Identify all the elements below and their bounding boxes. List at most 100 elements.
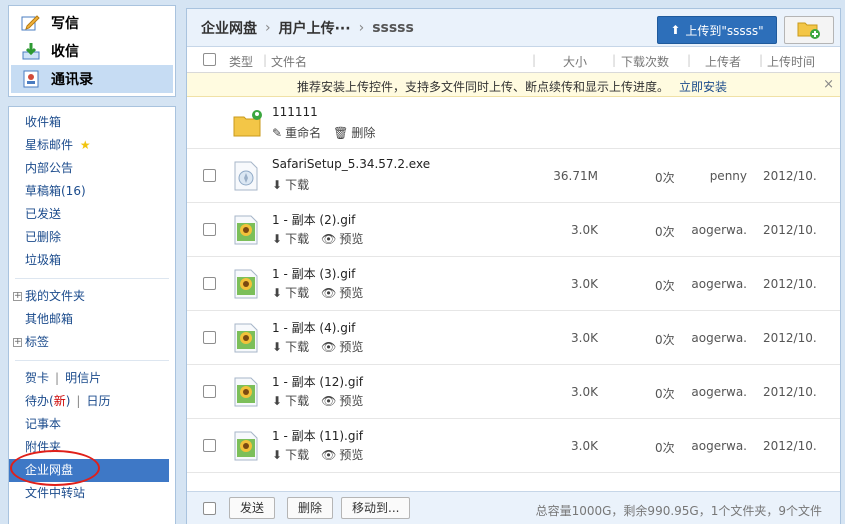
col-size[interactable]: 大小	[563, 53, 587, 70]
row-checkbox[interactable]	[203, 385, 216, 398]
upload-date: 2012/10.	[763, 169, 817, 183]
download-action[interactable]: ⬇ 下载	[272, 392, 309, 409]
enterprise-disk-link[interactable]: 企业网盘	[9, 459, 169, 482]
new-folder-button[interactable]	[784, 16, 834, 44]
pencil-icon	[21, 13, 41, 33]
calendar-link[interactable]: 日历	[86, 394, 110, 408]
folder-deleted[interactable]: 已删除	[9, 226, 175, 249]
folder-name[interactable]: 111111	[272, 105, 318, 119]
col-type[interactable]: 类型	[229, 53, 253, 70]
uploader: aogerwa.	[691, 331, 747, 345]
folder-shared-icon	[233, 109, 262, 139]
notice-text: 推荐安装上传控件，支持多文件同时上传、断点续传和显示上传进度。 立即安装	[297, 78, 727, 95]
receive-button[interactable]: 收信	[11, 37, 173, 65]
file-size: 3.0K	[571, 331, 598, 345]
folder-tags[interactable]: + 标签	[9, 331, 175, 354]
row-checkbox[interactable]	[203, 223, 216, 236]
todo-link[interactable]: 待办(新)	[25, 394, 70, 408]
file-name[interactable]: 1 - 副本 (12).gif	[272, 373, 363, 390]
select-all-checkbox[interactable]	[203, 53, 216, 66]
file-actions: ⬇ 下载 👁 预览	[272, 392, 363, 409]
file-row[interactable]: SafariSetup_5.34.57.2.exe ⬇ 下载 36.71M 0次 penn…	[187, 149, 840, 203]
delete-action[interactable]: 🗑 删除	[333, 124, 375, 141]
folder-inbox[interactable]: 收件箱	[9, 111, 175, 134]
send-button[interactable]: 发送	[229, 497, 276, 519]
download-action[interactable]: ⬇ 下载	[272, 446, 309, 463]
download-action[interactable]: ⬇ 下载	[272, 230, 309, 247]
folder-other-mailboxes[interactable]: 其他邮箱	[9, 308, 175, 331]
preview-label: 预览	[339, 286, 364, 300]
download-count: 0次	[655, 441, 675, 455]
preview-action[interactable]: 👁 预览	[321, 392, 363, 409]
row-checkbox[interactable]	[203, 169, 216, 182]
divider	[15, 360, 169, 361]
download-action[interactable]: ⬇ 下载	[272, 284, 309, 301]
folder-trash[interactable]: 垃圾箱	[9, 249, 175, 272]
col-uploader[interactable]: 上传者	[705, 53, 741, 70]
expand-plus-icon[interactable]: +	[13, 338, 22, 347]
file-name[interactable]: 1 - 副本 (3).gif	[272, 265, 355, 282]
preview-action[interactable]: 👁 预览	[321, 230, 363, 247]
folder-sent[interactable]: 已发送	[9, 203, 175, 226]
crumb-user-uploads[interactable]: 用户上传···	[279, 18, 351, 38]
download-arrow-icon: ⬇	[272, 393, 283, 408]
image-file-icon	[233, 323, 259, 353]
card-link[interactable]: 贺卡	[25, 371, 49, 385]
preview-action[interactable]: 👁 预览	[321, 338, 363, 355]
notes-link[interactable]: 记事本	[9, 413, 175, 436]
file-name[interactable]: 1 - 副本 (4).gif	[272, 319, 355, 336]
select-all-checkbox-bottom[interactable]	[203, 502, 216, 515]
write-button[interactable]: 写信	[11, 9, 173, 37]
download-count: 0次	[655, 225, 675, 239]
file-size: 36.71M	[553, 169, 598, 183]
chevron-right-icon: ›	[358, 19, 365, 36]
trash-icon: 🗑	[333, 125, 349, 140]
attachments-link[interactable]: 附件夹	[9, 436, 175, 459]
file-name[interactable]: SafariSetup_5.34.57.2.exe	[272, 157, 430, 171]
upload-button[interactable]: ⬆ 上传到"sssss"	[657, 16, 777, 44]
folder-row[interactable]: 111111 ✎ 重命名 🗑 删除	[187, 97, 840, 149]
col-downloads[interactable]: 下载次数	[621, 53, 669, 70]
file-row[interactable]: 1 - 副本 (12).gif ⬇ 下载 👁 预览 3.0K 0次 aogerwa. 2012/…	[187, 365, 840, 419]
preview-action[interactable]: 👁 预览	[321, 446, 363, 463]
file-name[interactable]: 1 - 副本 (11).gif	[272, 427, 363, 444]
file-row[interactable]: 1 - 副本 (3).gif ⬇ 下载 👁 预览 3.0K 0次 aogerwa. 2012/1…	[187, 257, 840, 311]
folder-announcements[interactable]: 内部公告	[9, 157, 175, 180]
starred-label: 星标邮件	[25, 138, 74, 152]
download-action[interactable]: ⬇ 下载	[272, 338, 309, 355]
download-label: 下载	[285, 394, 310, 408]
uploader: penny	[709, 169, 747, 183]
col-name[interactable]: 文件名	[271, 53, 307, 70]
row-checkbox[interactable]	[203, 277, 216, 290]
file-row[interactable]: 1 - 副本 (4).gif ⬇ 下载 👁 预览 3.0K 0次 aogerwa. 2012/1…	[187, 311, 840, 365]
col-upload-time[interactable]: 上传时间	[767, 53, 815, 70]
move-to-button[interactable]: 移动到...	[341, 497, 411, 519]
file-row[interactable]: 1 - 副本 (10).gif	[187, 473, 840, 477]
preview-action[interactable]: 👁 预览	[321, 284, 363, 301]
crumb-enterprise-disk[interactable]: 企业网盘	[201, 18, 257, 38]
download-arrow-icon: ⬇	[272, 285, 283, 300]
row-checkbox[interactable]	[203, 331, 216, 344]
notice-message: 推荐安装上传控件，支持多文件同时上传、断点续传和显示上传进度。	[297, 80, 670, 94]
rename-action[interactable]: ✎ 重命名	[272, 124, 321, 141]
eye-icon: 👁	[321, 231, 337, 246]
delete-button[interactable]: 删除	[287, 497, 334, 519]
folder-my-folders[interactable]: + 我的文件夹	[9, 285, 175, 308]
apps-row-cards: 贺卡 | 明信片	[9, 367, 175, 390]
download-action[interactable]: ⬇ 下载	[272, 176, 309, 193]
install-now-link[interactable]: 立即安装	[679, 80, 727, 94]
close-icon[interactable]: ×	[823, 77, 834, 92]
row-checkbox[interactable]	[203, 439, 216, 452]
contacts-button[interactable]: 通讯录	[11, 65, 173, 93]
file-row[interactable]: 1 - 副本 (2).gif ⬇ 下载 👁 预览 3.0K 0次 aogerwa. 2012/1…	[187, 203, 840, 257]
file-name[interactable]: 1 - 副本 (2).gif	[272, 211, 355, 228]
expand-plus-icon[interactable]: +	[13, 292, 22, 301]
folder-drafts[interactable]: 草稿箱(16)	[9, 180, 175, 203]
file-row[interactable]: 1 - 副本 (11).gif ⬇ 下载 👁 预览 3.0K 0次 aogerwa. 2012/…	[187, 419, 840, 473]
file-transfer-link[interactable]: 文件中转站	[9, 482, 175, 505]
file-actions: ⬇ 下载 👁 预览	[272, 284, 363, 301]
postcard-link[interactable]: 明信片	[65, 371, 101, 385]
preview-label: 预览	[339, 232, 364, 246]
download-label: 下载	[285, 178, 310, 192]
folder-starred[interactable]: 星标邮件 ★	[9, 134, 175, 157]
